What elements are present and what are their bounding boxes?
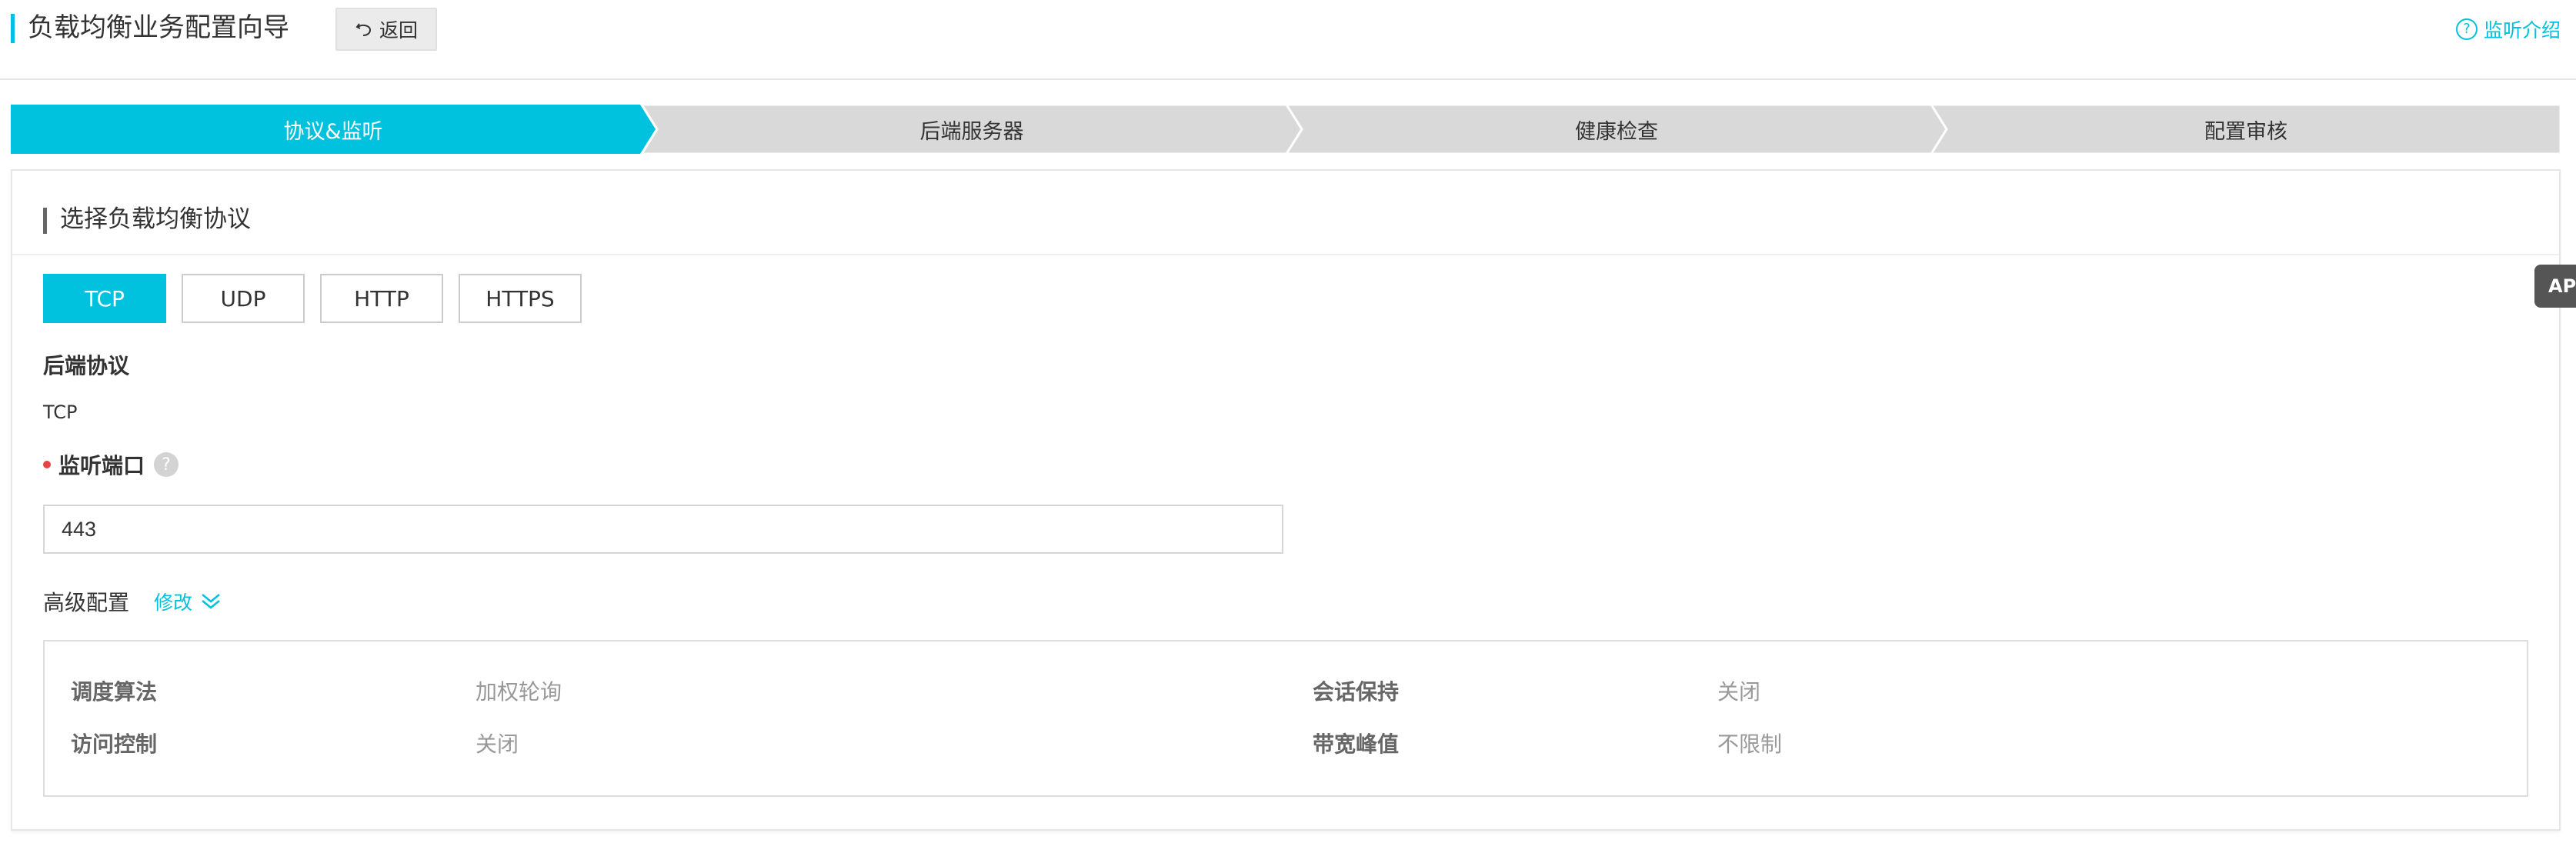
protocol-panel: 选择负载均衡协议 TCP UDP HTTP HTTPS 后端协议 TCP 监听端… <box>11 169 2561 831</box>
step-protocol-listener[interactable]: 协议&监听 <box>11 105 656 154</box>
listen-port-label-row: 监听端口 ? <box>43 449 179 480</box>
undo-icon <box>355 23 371 36</box>
protocol-option-udp[interactable]: UDP <box>182 274 305 323</box>
step-label: 配置审核 <box>2204 119 2287 144</box>
modify-label: 修改 <box>154 591 193 614</box>
access-control-label: 访问控制 <box>71 731 158 757</box>
double-chevron-down-icon <box>202 594 220 609</box>
protocol-selector: TCP UDP HTTP HTTPS <box>43 274 582 323</box>
help-circle-icon: ? <box>2455 18 2478 40</box>
protocol-option-https[interactable]: HTTPS <box>459 274 582 323</box>
advanced-config-summary: 调度算法 加权轮询 会话保持 关闭 访问控制 关闭 带宽峰值 不限制 <box>43 640 2528 797</box>
page-header: 负载均衡业务配置向导 返回 ? 监听介绍 <box>0 0 2576 80</box>
scheduling-algorithm-label: 调度算法 <box>71 679 158 705</box>
back-button[interactable]: 返回 <box>335 8 437 51</box>
section-header: 选择负载均衡协议 <box>12 171 2559 255</box>
access-control-value: 关闭 <box>475 731 519 757</box>
question-icon[interactable]: ? <box>154 452 179 477</box>
advanced-config-header: 高级配置 修改 <box>43 586 222 617</box>
step-label: 健康检查 <box>1575 119 1658 144</box>
modify-advanced-link[interactable]: 修改 <box>154 588 222 615</box>
bandwidth-peak-value: 不限制 <box>1717 731 1783 757</box>
scheduling-algorithm-value: 加权轮询 <box>475 679 562 705</box>
advanced-config-title: 高级配置 <box>43 590 130 615</box>
listen-port-input[interactable] <box>43 505 1283 554</box>
section-title: 选择负载均衡协议 <box>60 205 251 233</box>
title-accent-bar <box>11 14 15 43</box>
step-config-review[interactable]: 配置审核 <box>1931 105 2561 154</box>
protocol-option-tcp[interactable]: TCP <box>43 274 166 323</box>
back-button-label: 返回 <box>379 19 418 42</box>
session-persistence-label: 会话保持 <box>1313 679 1400 705</box>
required-marker <box>43 461 51 468</box>
backend-protocol-label: 后端协议 <box>43 353 130 378</box>
step-health-check[interactable]: 健康检查 <box>1286 105 1947 154</box>
help-link-label: 监听介绍 <box>2483 19 2561 42</box>
page-title: 负载均衡业务配置向导 <box>28 12 289 43</box>
protocol-option-http[interactable]: HTTP <box>320 274 443 323</box>
step-label: 后端服务器 <box>919 119 1024 144</box>
backend-protocol-value: TCP <box>43 402 78 423</box>
section-accent-bar <box>43 208 47 234</box>
step-backend-servers[interactable]: 后端服务器 <box>642 105 1302 154</box>
listen-port-label: 监听端口 <box>58 453 145 478</box>
api-side-tab[interactable]: API <box>2534 265 2576 308</box>
session-persistence-value: 关闭 <box>1717 679 1761 705</box>
bandwidth-peak-label: 带宽峰值 <box>1313 731 1400 757</box>
listener-help-link[interactable]: ? 监听介绍 <box>2455 15 2561 43</box>
wizard-steps: 协议&监听 后端服务器 健康检查 配置审核 <box>11 105 2561 154</box>
step-label: 协议&监听 <box>283 119 383 144</box>
